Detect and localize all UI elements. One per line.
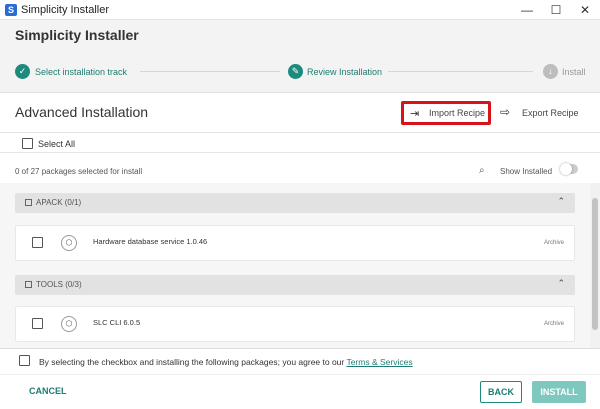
scrollbar-thumb[interactable] [592, 198, 598, 330]
package-icon: ⬡ [61, 235, 77, 251]
select-all-checkbox[interactable] [22, 138, 33, 149]
selection-count: 0 of 27 packages selected for install [15, 167, 143, 176]
import-recipe-label: Import Recipe [429, 108, 486, 118]
terms-statement: By selecting the checkbox and installing… [39, 357, 347, 367]
package-icon: ⬡ [61, 316, 77, 332]
step-review-installation[interactable]: Review Installation [307, 67, 382, 77]
minimize-button[interactable]: — [512, 0, 542, 20]
show-installed-label: Show Installed [500, 167, 553, 176]
chevron-up-icon[interactable]: ⌃ [557, 196, 565, 207]
search-icon[interactable]: ⌕ [479, 165, 485, 176]
group-header-tools[interactable]: TOOLS (0/3) ⌃ [15, 275, 575, 295]
download-icon: ↓ [543, 64, 558, 79]
app-title: Simplicity Installer [15, 27, 139, 43]
check-icon: ✓ [15, 64, 30, 79]
terms-link[interactable]: Terms & Services [346, 357, 412, 367]
select-all-label[interactable]: Select All [38, 139, 75, 149]
package-checkbox[interactable] [32, 237, 43, 248]
chevron-up-icon[interactable]: ⌃ [557, 278, 565, 289]
import-icon: ⇥ [410, 108, 420, 120]
package-checkbox[interactable] [32, 318, 43, 329]
group-checkbox[interactable] [25, 281, 32, 288]
export-recipe-button[interactable]: Export Recipe [522, 108, 579, 118]
install-button[interactable]: INSTALL [532, 381, 586, 403]
cancel-button[interactable]: CANCEL [29, 386, 67, 396]
group-label: APACK (0/1) [36, 198, 82, 207]
package-row: ⬡ SLC CLI 6.0.5 Archive [15, 306, 575, 342]
edit-icon: ✎ [288, 64, 303, 79]
export-icon[interactable]: ⇨ [500, 105, 510, 119]
window-title: Simplicity Installer [21, 4, 110, 16]
close-button[interactable]: ✕ [570, 0, 600, 20]
package-type: Archive [543, 321, 564, 327]
terms-checkbox[interactable] [19, 355, 30, 366]
back-button[interactable]: BACK [480, 381, 522, 403]
group-label: TOOLS (0/3) [36, 280, 82, 289]
section-title: Advanced Installation [15, 104, 149, 120]
show-installed-toggle[interactable] [560, 163, 578, 175]
select-all-bar [0, 132, 600, 153]
app-icon: S [5, 4, 17, 16]
package-name: SLC CLI 6.0.5 [93, 318, 141, 327]
step-connector [388, 71, 533, 72]
import-recipe-button[interactable]: ⇥ Import Recipe [401, 101, 491, 125]
terms-text: By selecting the checkbox and installing… [39, 357, 413, 367]
group-checkbox[interactable] [25, 199, 32, 206]
step-connector [140, 71, 280, 72]
maximize-button[interactable]: ☐ [541, 0, 571, 20]
package-row: ⬡ Hardware database service 1.0.46 Archi… [15, 225, 575, 261]
step-install: Install [562, 67, 586, 77]
step-select-track[interactable]: Select installation track [35, 67, 127, 77]
package-type: Archive [543, 240, 564, 246]
group-header-apack[interactable]: APACK (0/1) ⌃ [15, 193, 575, 213]
package-name: Hardware database service 1.0.46 [93, 237, 208, 246]
